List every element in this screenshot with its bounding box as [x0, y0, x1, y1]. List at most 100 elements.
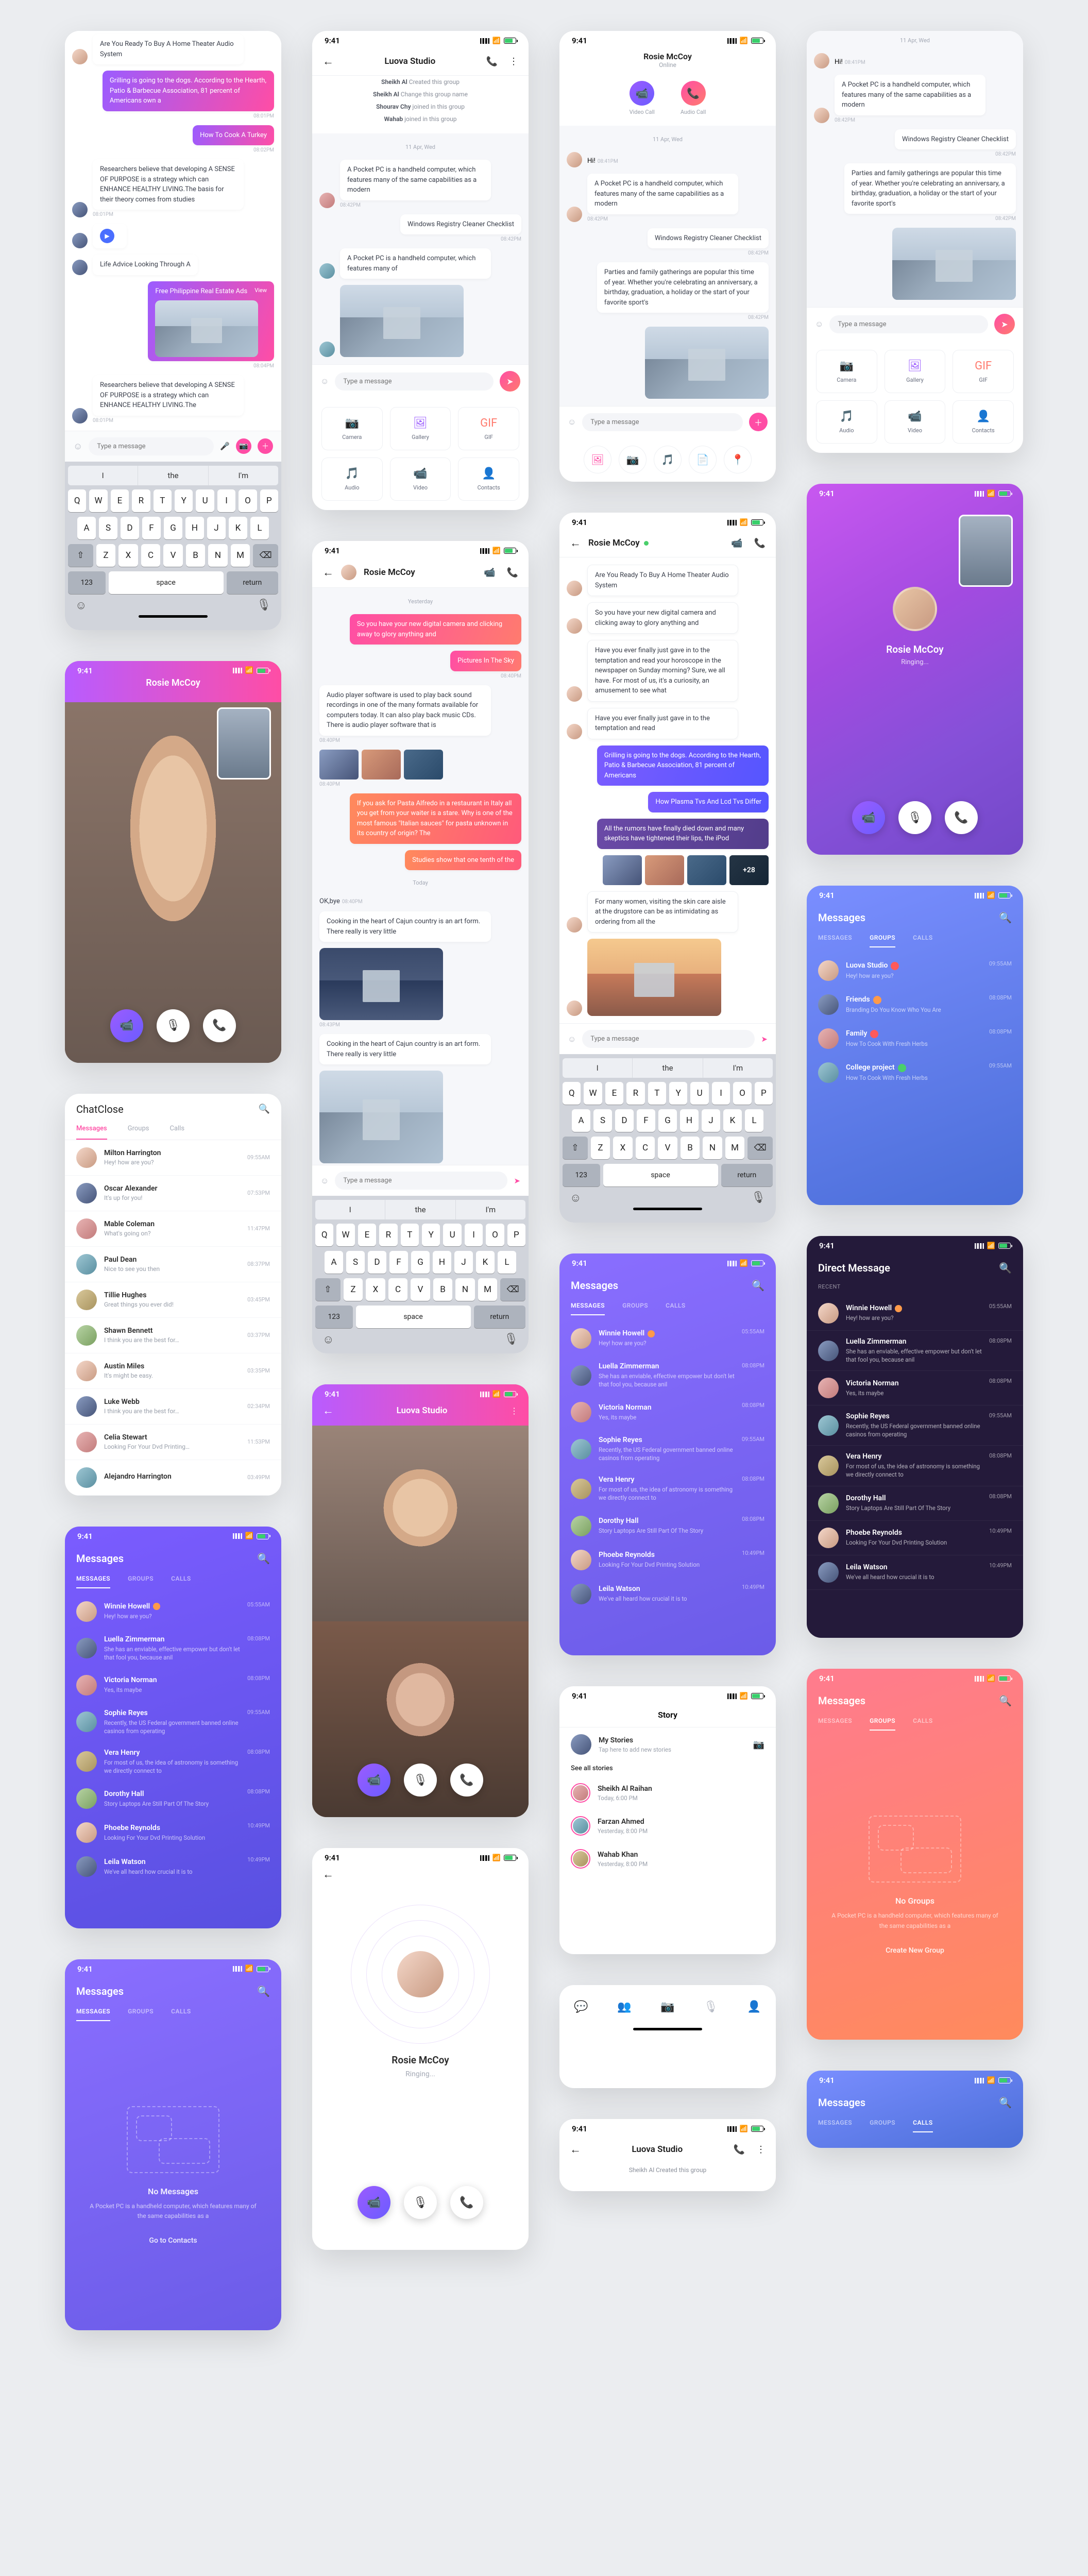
video-toggle-button[interactable]: 📹	[358, 2186, 390, 2219]
tab-messages[interactable]: MESSAGES	[76, 2008, 110, 2021]
call-icon[interactable]: 📞	[754, 538, 766, 549]
tab-calls-icon[interactable]: 🎙	[704, 2001, 718, 2013]
story-row[interactable]: Sheikh Al RaihanToday, 6:00 PM	[559, 1776, 776, 1809]
tab-groups[interactable]: GROUPS	[128, 2008, 154, 2021]
image-message[interactable]	[319, 1071, 443, 1163]
emoji-icon[interactable]: ☺	[320, 376, 329, 386]
conversation-row[interactable]: Luella ZimmermanShe has an enviable, eff…	[807, 1331, 1023, 1371]
create-group-button[interactable]: Create New Group	[886, 1946, 944, 1955]
emoji-icon[interactable]: ☺	[320, 1176, 329, 1186]
conversation-row[interactable]: Luke WebbI think you are the best for…02…	[65, 1389, 281, 1425]
tab-messages[interactable]: MESSAGES	[818, 934, 852, 947]
story-row[interactable]: Wahab KhanYesterday, 8:00 PM	[559, 1842, 776, 1875]
pill-gallery[interactable]: 🖼	[584, 446, 611, 473]
pill-audio[interactable]: 🎵	[654, 446, 682, 473]
tab-groups[interactable]: GROUPS	[622, 1302, 648, 1315]
search-icon[interactable]: 🔍	[999, 2096, 1012, 2109]
back-icon[interactable]: ←	[322, 566, 334, 579]
camera-icon[interactable]: 📷	[236, 438, 251, 454]
conversation-row[interactable]: Phoebe ReynoldsLooking For Your Dvd Prin…	[559, 1543, 776, 1577]
conversation-row[interactable]: College projectHow To Cook With Fresh He…	[807, 1056, 1023, 1090]
conversation-row[interactable]: Vera HenryFor most of us, the idea of as…	[559, 1469, 776, 1509]
call-icon[interactable]: 📞	[734, 2144, 745, 2155]
emoji-icon[interactable]: ☺	[815, 319, 823, 329]
tab-calls[interactable]: CALLS	[913, 934, 933, 947]
conversation-row[interactable]: Victoria NormanYes, its maybe08:08PM	[65, 1668, 281, 1702]
return-key[interactable]: return	[227, 571, 278, 594]
video-accept-button[interactable]: 📹	[852, 801, 885, 834]
end-call-button[interactable]: 📞	[203, 1009, 236, 1042]
conversation-row[interactable]: Dorothy HallStory Laptops Are Still Part…	[559, 1509, 776, 1543]
play-icon[interactable]: ▶	[100, 229, 114, 243]
video-icon[interactable]: 📹	[731, 538, 742, 549]
tab-messages[interactable]: MESSAGES	[818, 1717, 852, 1731]
attach-contacts[interactable]: 👤Contacts	[458, 457, 519, 501]
conversation-row[interactable]: Sophie ReyesRecently, the US Federal gov…	[65, 1702, 281, 1742]
conversation-row[interactable]: Luella ZimmermanShe has an enviable, eff…	[559, 1355, 776, 1395]
search-icon[interactable]: 🔍	[259, 1104, 270, 1114]
conversation-row[interactable]: Milton HarringtonHey! how are you?09:55A…	[65, 1140, 281, 1176]
conversation-row[interactable]: Austin MilesIt's might be easy.03:35PM	[65, 1353, 281, 1389]
my-stories-row[interactable]: My StoriesTap here to add new stories 📷	[559, 1727, 776, 1761]
conversation-row[interactable]: Victoria NormanYes, its maybe08:08PM	[807, 1371, 1023, 1405]
image-row[interactable]	[319, 750, 443, 779]
pill-file[interactable]: 📄	[689, 446, 717, 473]
conversation-row[interactable]: Alejandro Harrington03:49PM	[65, 1460, 281, 1496]
tab-calls[interactable]: CALLS	[913, 1717, 933, 1731]
tab-profile-icon[interactable]: 👤	[747, 2001, 761, 2013]
tab-groups[interactable]: GROUPS	[128, 1575, 154, 1588]
tab-chat-icon[interactable]: 💬	[574, 2001, 588, 2013]
camera-icon[interactable]: 📷	[753, 1739, 764, 1750]
attach-video[interactable]: 📹Video	[885, 400, 946, 444]
suggestions[interactable]: ItheI'm	[68, 466, 278, 485]
attach-audio[interactable]: 🎵Audio	[816, 400, 877, 444]
tab-calls[interactable]: CALLS	[171, 2008, 191, 2021]
tab-calls[interactable]: CALLS	[666, 1302, 686, 1315]
conversation-row[interactable]: Sophie ReyesRecently, the US Federal gov…	[559, 1429, 776, 1469]
send-icon[interactable]: ➤	[761, 1035, 768, 1044]
decline-button[interactable]: 📞	[945, 801, 978, 834]
tab-groups[interactable]: GROUPS	[870, 1717, 895, 1731]
audio-call-button[interactable]: 📞Audio Call	[681, 81, 706, 115]
conversation-row[interactable]: Vera HenryFor most of us, the idea of as…	[807, 1446, 1023, 1486]
conversation-row[interactable]: Phoebe ReynoldsLooking For Your Dvd Prin…	[65, 1816, 281, 1850]
conversation-row[interactable]: Celia StewartLooking For Your Dvd Printi…	[65, 1425, 281, 1460]
conversation-row[interactable]: FriendsBranding Do You Know Who You Are0…	[807, 988, 1023, 1022]
video-call-button[interactable]: 📹Video Call	[630, 81, 655, 115]
mute-button[interactable]: 🎙	[404, 2186, 437, 2219]
attach-contacts[interactable]: 👤Contacts	[953, 400, 1014, 444]
search-icon[interactable]: 🔍	[999, 911, 1012, 924]
mic-icon[interactable]: 🎤	[220, 442, 230, 451]
video-toggle-button[interactable]: 📹	[358, 1764, 390, 1797]
mute-button[interactable]: 🎙	[404, 1764, 437, 1797]
conversation-row[interactable]: Paul DeanNice to see you then08:37PM	[65, 1247, 281, 1282]
pill-location[interactable]: 📍	[724, 446, 752, 473]
more-icon[interactable]: ⋮	[510, 1406, 518, 1416]
tab-messages[interactable]: MESSAGES	[571, 1302, 605, 1315]
pill-camera[interactable]: 📷	[619, 446, 647, 473]
dictation-key[interactable]: 🎙	[257, 599, 271, 612]
image-message[interactable]	[319, 948, 443, 1020]
voice-message[interactable]: ▶	[93, 224, 127, 248]
space-key[interactable]: space	[109, 571, 224, 594]
conversation-row[interactable]: Winnie HowellHey! how are you?05:55AM	[807, 1296, 1023, 1331]
back-icon[interactable]: ←	[570, 536, 581, 550]
back-icon[interactable]: ←	[570, 2143, 581, 2156]
conversation-row[interactable]: Sophie ReyesRecently, the US Federal gov…	[807, 1405, 1023, 1446]
conversation-row[interactable]: Winnie HowellHey! how are you?05:55AM	[559, 1321, 776, 1355]
attach-gif[interactable]: GIFGIF	[953, 350, 1014, 393]
conversation-row[interactable]: Winnie HowellHey! how are you?05:55AM	[65, 1595, 281, 1629]
story-row[interactable]: Farzan AhmedYesterday, 8:00 PM	[559, 1809, 776, 1842]
conversation-row[interactable]: Oscar AlexanderIt's up for you!07:53PM	[65, 1176, 281, 1211]
mute-button[interactable]: 🎙	[898, 801, 931, 834]
tab-calls[interactable]: Calls	[169, 1125, 184, 1140]
message-input[interactable]	[89, 437, 214, 455]
conversation-row[interactable]: Dorothy HallStory Laptops Are Still Part…	[65, 1782, 281, 1816]
conversation-row[interactable]: Vera HenryFor most of us, the idea of as…	[65, 1742, 281, 1782]
message-input[interactable]	[829, 315, 988, 333]
attach-video[interactable]: 📹Video	[390, 457, 451, 501]
home-indicator[interactable]	[139, 615, 208, 618]
search-icon[interactable]: 🔍	[999, 1694, 1012, 1707]
tab-calls[interactable]: CALLS	[913, 2119, 933, 2132]
tab-groups[interactable]: GROUPS	[870, 2119, 895, 2132]
